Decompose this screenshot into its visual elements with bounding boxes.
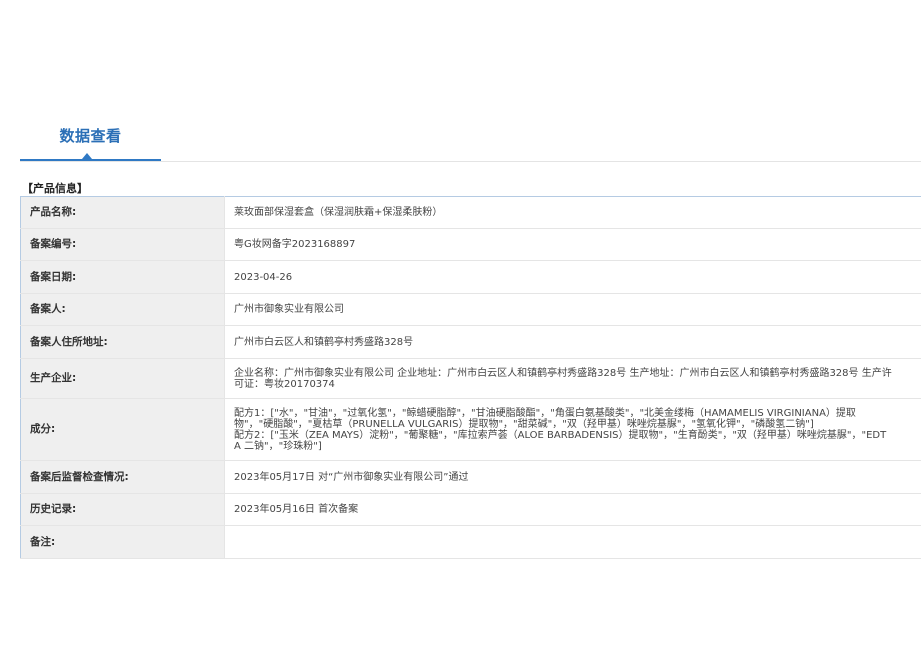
- row-value: 2023年05月17日 对“广州市御象实业有限公司”通过: [224, 460, 921, 494]
- table-row-product-name: 产品名称: 莱玫面部保湿套盒（保湿润肤霜+保湿柔肤粉）: [20, 196, 921, 229]
- table-row-filer: 备案人: 广州市御象实业有限公司: [20, 293, 921, 326]
- row-label: 生产企业:: [20, 358, 225, 399]
- row-value: 2023年05月16日 首次备案: [224, 493, 921, 526]
- tab-data-view-label: 数据查看: [59, 127, 122, 145]
- row-value: [224, 525, 921, 559]
- page: 数据查看 【产品信息】 产品名称: 莱玫面部保湿套盒（保湿润肤霜+保湿柔肤粉） …: [0, 0, 921, 652]
- row-label: 备案编号:: [20, 228, 225, 261]
- row-label: 备案人住所地址:: [20, 325, 225, 359]
- table-row-ingredients: 成分: 配方1：["水"，"甘油"，"过氧化氢"，"鲸蜡硬脂醇"，"甘油硬脂酸酯…: [20, 398, 921, 461]
- row-label: 备注:: [20, 525, 225, 559]
- tab-bar: 数据查看: [20, 117, 921, 162]
- row-value: 2023-04-26: [224, 260, 921, 294]
- table-row-manufacturer: 生产企业: 企业名称：广州市御象实业有限公司 企业地址：广州市白云区人和镇鹤亭村…: [20, 358, 921, 399]
- table-row-history: 历史记录: 2023年05月16日 首次备案: [20, 493, 921, 526]
- row-value: 广州市白云区人和镇鹤亭村秀盛路328号: [224, 325, 921, 359]
- row-label: 备案后监督检查情况:: [20, 460, 225, 494]
- table-row-filer-address: 备案人住所地址: 广州市白云区人和镇鹤亭村秀盛路328号: [20, 325, 921, 359]
- product-info-table: 产品名称: 莱玫面部保湿套盒（保湿润肤霜+保湿柔肤粉） 备案编号: 粤G妆网备字…: [20, 196, 921, 559]
- formula-1-text: 配方1：["水"，"甘油"，"过氧化氢"，"鲸蜡硬脂醇"，"甘油硬脂酸酯"，"角…: [234, 407, 856, 430]
- table-row-filing-number: 备案编号: 粤G妆网备字2023168897: [20, 228, 921, 261]
- row-label: 备案日期:: [20, 260, 225, 294]
- row-label: 备案人:: [20, 293, 225, 326]
- row-value: 配方1：["水"，"甘油"，"过氧化氢"，"鲸蜡硬脂醇"，"甘油硬脂酸酯"，"角…: [224, 398, 921, 461]
- table-row-inspection: 备案后监督检查情况: 2023年05月17日 对“广州市御象实业有限公司”通过: [20, 460, 921, 494]
- row-value: 莱玫面部保湿套盒（保湿润肤霜+保湿柔肤粉）: [224, 196, 921, 229]
- row-label: 历史记录:: [20, 493, 225, 526]
- table-row-remarks: 备注:: [20, 525, 921, 559]
- row-label: 成分:: [20, 398, 225, 461]
- row-label: 产品名称:: [20, 196, 225, 229]
- row-value: 广州市御象实业有限公司: [224, 293, 921, 326]
- tab-data-view[interactable]: 数据查看: [20, 117, 161, 161]
- formula-2-text: 配方2：["玉米（ZEA MAYS）淀粉"，"葡聚糖"，"库拉索芦荟（ALOE …: [234, 429, 887, 452]
- row-value: 企业名称：广州市御象实业有限公司 企业地址：广州市白云区人和镇鹤亭村秀盛路328…: [224, 358, 921, 399]
- table-row-filing-date: 备案日期: 2023-04-26: [20, 260, 921, 294]
- tab-active-caret-icon: [82, 153, 92, 159]
- row-value: 粤G妆网备字2023168897: [224, 228, 921, 261]
- section-title: 【产品信息】: [22, 182, 88, 195]
